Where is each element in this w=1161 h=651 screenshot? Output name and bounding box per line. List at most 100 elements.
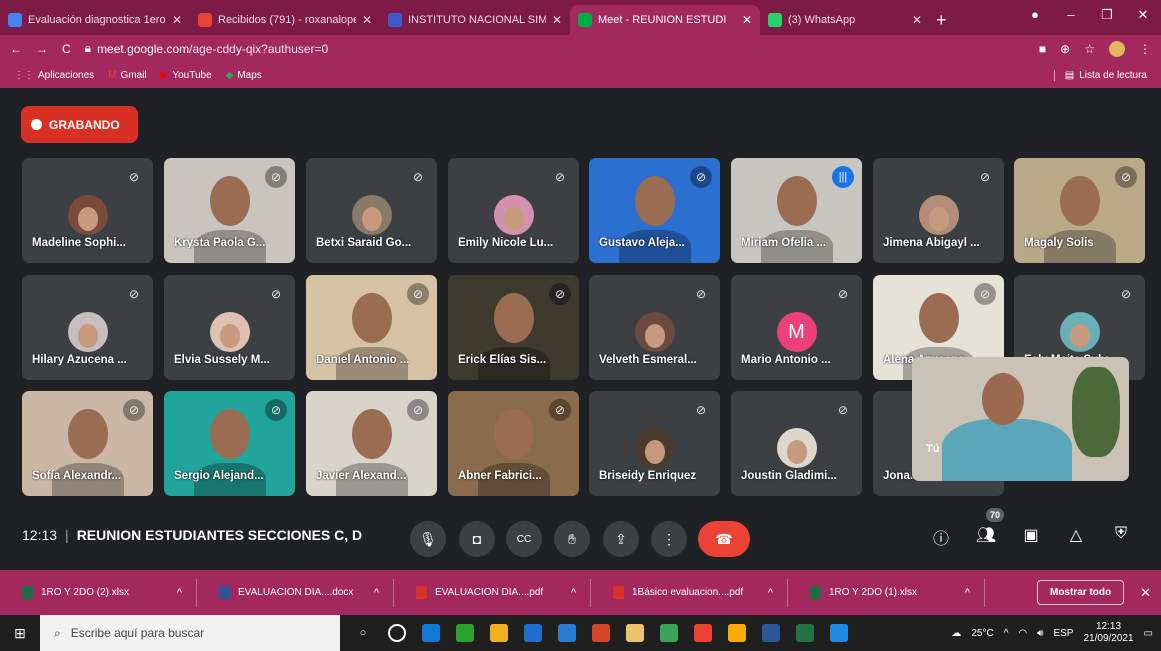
participant-tile[interactable]: M ⊘ Mario Antonio ... (731, 275, 862, 380)
browser-tab[interactable]: INSTITUTO NACIONAL SIMÓ ✕ (380, 5, 570, 35)
participant-tile[interactable]: ⊘ Gustavo Aleja... (589, 158, 720, 263)
taskbar-app-icon[interactable] (519, 619, 547, 647)
extension-icon[interactable] (1109, 40, 1125, 57)
participant-tile[interactable]: ⊘ Abner Fabrici... (448, 391, 579, 496)
menu-kebab-icon[interactable]: ⋮ (1139, 42, 1151, 56)
participant-tile[interactable]: ⊘ Sergio Alejand... (164, 391, 295, 496)
download-options-chevron-icon[interactable]: ^ (768, 587, 773, 599)
close-window-button[interactable]: ✕ (1125, 0, 1161, 30)
download-item[interactable]: 1RO Y 2DO (2).xlsx ^ (0, 578, 197, 607)
new-tab-icon[interactable]: + (936, 5, 947, 35)
participant-tile[interactable]: ⊘ Hilary Azucena ... (22, 275, 153, 380)
tray-chevron-icon[interactable]: ^ (1004, 628, 1009, 639)
chat-icon[interactable]: ▣ (1018, 525, 1044, 545)
people-icon[interactable]: 👥︎ (973, 525, 999, 545)
minimize-button[interactable]: – (1053, 0, 1089, 30)
host-controls-icon[interactable]: ⛨ (1108, 525, 1134, 543)
youtube-icon: ▶ (160, 69, 169, 81)
reading-list-button[interactable]: ▤ Lista de lectura (1053, 69, 1147, 81)
participant-tile[interactable]: ||| Miriam Ofelia ... (731, 158, 862, 263)
browser-tab[interactable]: Meet - REUNION ESTUDI ✕ (570, 5, 760, 35)
participant-tile[interactable]: ⊘ Emily Nicole Lu... (448, 158, 579, 263)
bookmark-star-icon[interactable]: ☆ (1084, 42, 1095, 56)
activities-icon[interactable]: △ (1063, 525, 1089, 545)
browser-tab[interactable]: Evaluación diagnostica 1ero. | ✕ (0, 5, 190, 35)
download-item[interactable]: 1RO Y 2DO (1).xlsx ^ (788, 578, 985, 607)
info-icon[interactable]: ⓘ (928, 525, 954, 549)
task-view-icon[interactable]: ○ (349, 619, 377, 647)
taskbar-app-icon[interactable] (417, 619, 445, 647)
camera-button[interactable]: ◘ (459, 521, 495, 557)
taskbar-app-icon[interactable] (553, 619, 581, 647)
bookmark-gmail[interactable]: M Gmail (108, 70, 146, 81)
participant-tile[interactable]: ⊘ Jimena Abigayl ... (873, 158, 1004, 263)
participant-tile[interactable]: ⊘ Daniel Antonio ... (306, 275, 437, 380)
taskbar-app-icon[interactable] (485, 619, 513, 647)
download-item[interactable]: EVALUACION DIA....pdf ^ (394, 578, 591, 607)
taskbar-app-icon[interactable] (655, 619, 683, 647)
windows-start-icon[interactable]: ⊞ (0, 625, 40, 642)
participant-tile[interactable]: ⊘ Elvia Sussely M... (164, 275, 295, 380)
bookmark-label: Gmail (120, 69, 147, 81)
taskbar-search[interactable]: ⌕ Escribe aquí para buscar (40, 615, 340, 651)
end-call-button[interactable]: ☎︎ (698, 521, 750, 557)
taskbar-app-icon[interactable] (451, 619, 479, 647)
maximize-button[interactable]: ❐ (1089, 0, 1125, 30)
bookmark-youtube[interactable]: ▶ YouTube (161, 70, 212, 81)
taskbar-app-icon[interactable] (383, 619, 411, 647)
participant-tile[interactable]: ⊘ Velveth Esmeral... (589, 275, 720, 380)
taskbar-app-icon[interactable] (791, 619, 819, 647)
zoom-icon[interactable]: ⊕ (1060, 42, 1070, 56)
download-item[interactable]: EVALUACION DIA....docx ^ (197, 578, 394, 607)
tab-close-icon[interactable]: ✕ (362, 13, 372, 27)
taskbar-app-icon[interactable] (689, 619, 717, 647)
participant-tile[interactable]: ⊘ Javier Alexand... (306, 391, 437, 496)
taskbar-app-icon[interactable] (825, 619, 853, 647)
raise-hand-button[interactable]: ✋︎ (554, 521, 590, 557)
browser-tab[interactable]: Recibidos (791) - roxanalope ✕ (190, 5, 380, 35)
tab-close-icon[interactable]: ✕ (742, 13, 752, 27)
download-item[interactable]: 1Básico evaluacion....pdf ^ (591, 578, 788, 607)
forward-icon[interactable]: → (36, 42, 48, 56)
participant-tile[interactable]: ⊘ Krysta Paola G... (164, 158, 295, 263)
mic-button[interactable]: 🎙︎ (410, 521, 446, 557)
url-field[interactable]: 🔒︎ meet.google.com/age-cddy-qix?authuser… (85, 41, 1025, 56)
more-options-button[interactable]: ⋮ (651, 521, 687, 557)
file-pdf-icon (416, 586, 427, 599)
participant-tile[interactable]: ⊘ Erick Elías Sis... (448, 275, 579, 380)
taskbar-app-icon[interactable] (723, 619, 751, 647)
show-all-downloads-button[interactable]: Mostrar todo (1036, 580, 1125, 605)
download-options-chevron-icon[interactable]: ^ (374, 587, 379, 599)
participant-tile[interactable]: ⊘ Sofía Alexandr... (22, 391, 153, 496)
taskbar-app-icon[interactable] (587, 619, 615, 647)
present-button[interactable]: ⇪ (603, 521, 639, 557)
download-options-chevron-icon[interactable]: ^ (571, 587, 576, 599)
tab-close-icon[interactable]: ✕ (552, 13, 562, 27)
download-options-chevron-icon[interactable]: ^ (965, 587, 970, 599)
self-view[interactable]: Tú (912, 357, 1129, 481)
taskbar-app-icon[interactable] (757, 619, 785, 647)
tab-close-icon[interactable]: ✕ (172, 13, 182, 27)
reload-icon[interactable]: C (62, 42, 71, 56)
notifications-icon[interactable]: ▭ (1144, 628, 1153, 639)
profile-icon[interactable]: ● (1017, 0, 1053, 30)
volume-icon[interactable]: 🔊︎ (1037, 628, 1043, 639)
close-downloads-icon[interactable]: ✕ (1140, 585, 1151, 601)
bookmark-apps[interactable]: ⋮⋮ Aplicaciones (14, 70, 94, 81)
participant-tile[interactable]: ⊘ Madeline Sophi... (22, 158, 153, 263)
language-indicator[interactable]: ESP (1053, 628, 1073, 639)
download-options-chevron-icon[interactable]: ^ (177, 587, 182, 599)
participant-tile[interactable]: ⊘ Briseidy Enriquez (589, 391, 720, 496)
participant-tile[interactable]: ⊘ Betxi Saraid Go... (306, 158, 437, 263)
taskbar-app-icon[interactable] (621, 619, 649, 647)
tab-close-icon[interactable]: ✕ (912, 13, 922, 27)
camera-in-use-icon[interactable]: ■ (1039, 42, 1046, 56)
captions-button[interactable]: CC (506, 521, 542, 557)
bookmark-maps[interactable]: ◆ Maps (226, 70, 262, 81)
taskbar-clock[interactable]: 12:13 21/09/2021 (1083, 621, 1133, 645)
back-icon[interactable]: ← (10, 42, 22, 56)
network-icon[interactable]: ◠ (1018, 628, 1027, 639)
participant-tile[interactable]: ⊘ Magaly Solis (1014, 158, 1145, 263)
participant-tile[interactable]: ⊘ Joustin Gladimi... (731, 391, 862, 496)
browser-tab[interactable]: (3) WhatsApp ✕ (760, 5, 930, 35)
